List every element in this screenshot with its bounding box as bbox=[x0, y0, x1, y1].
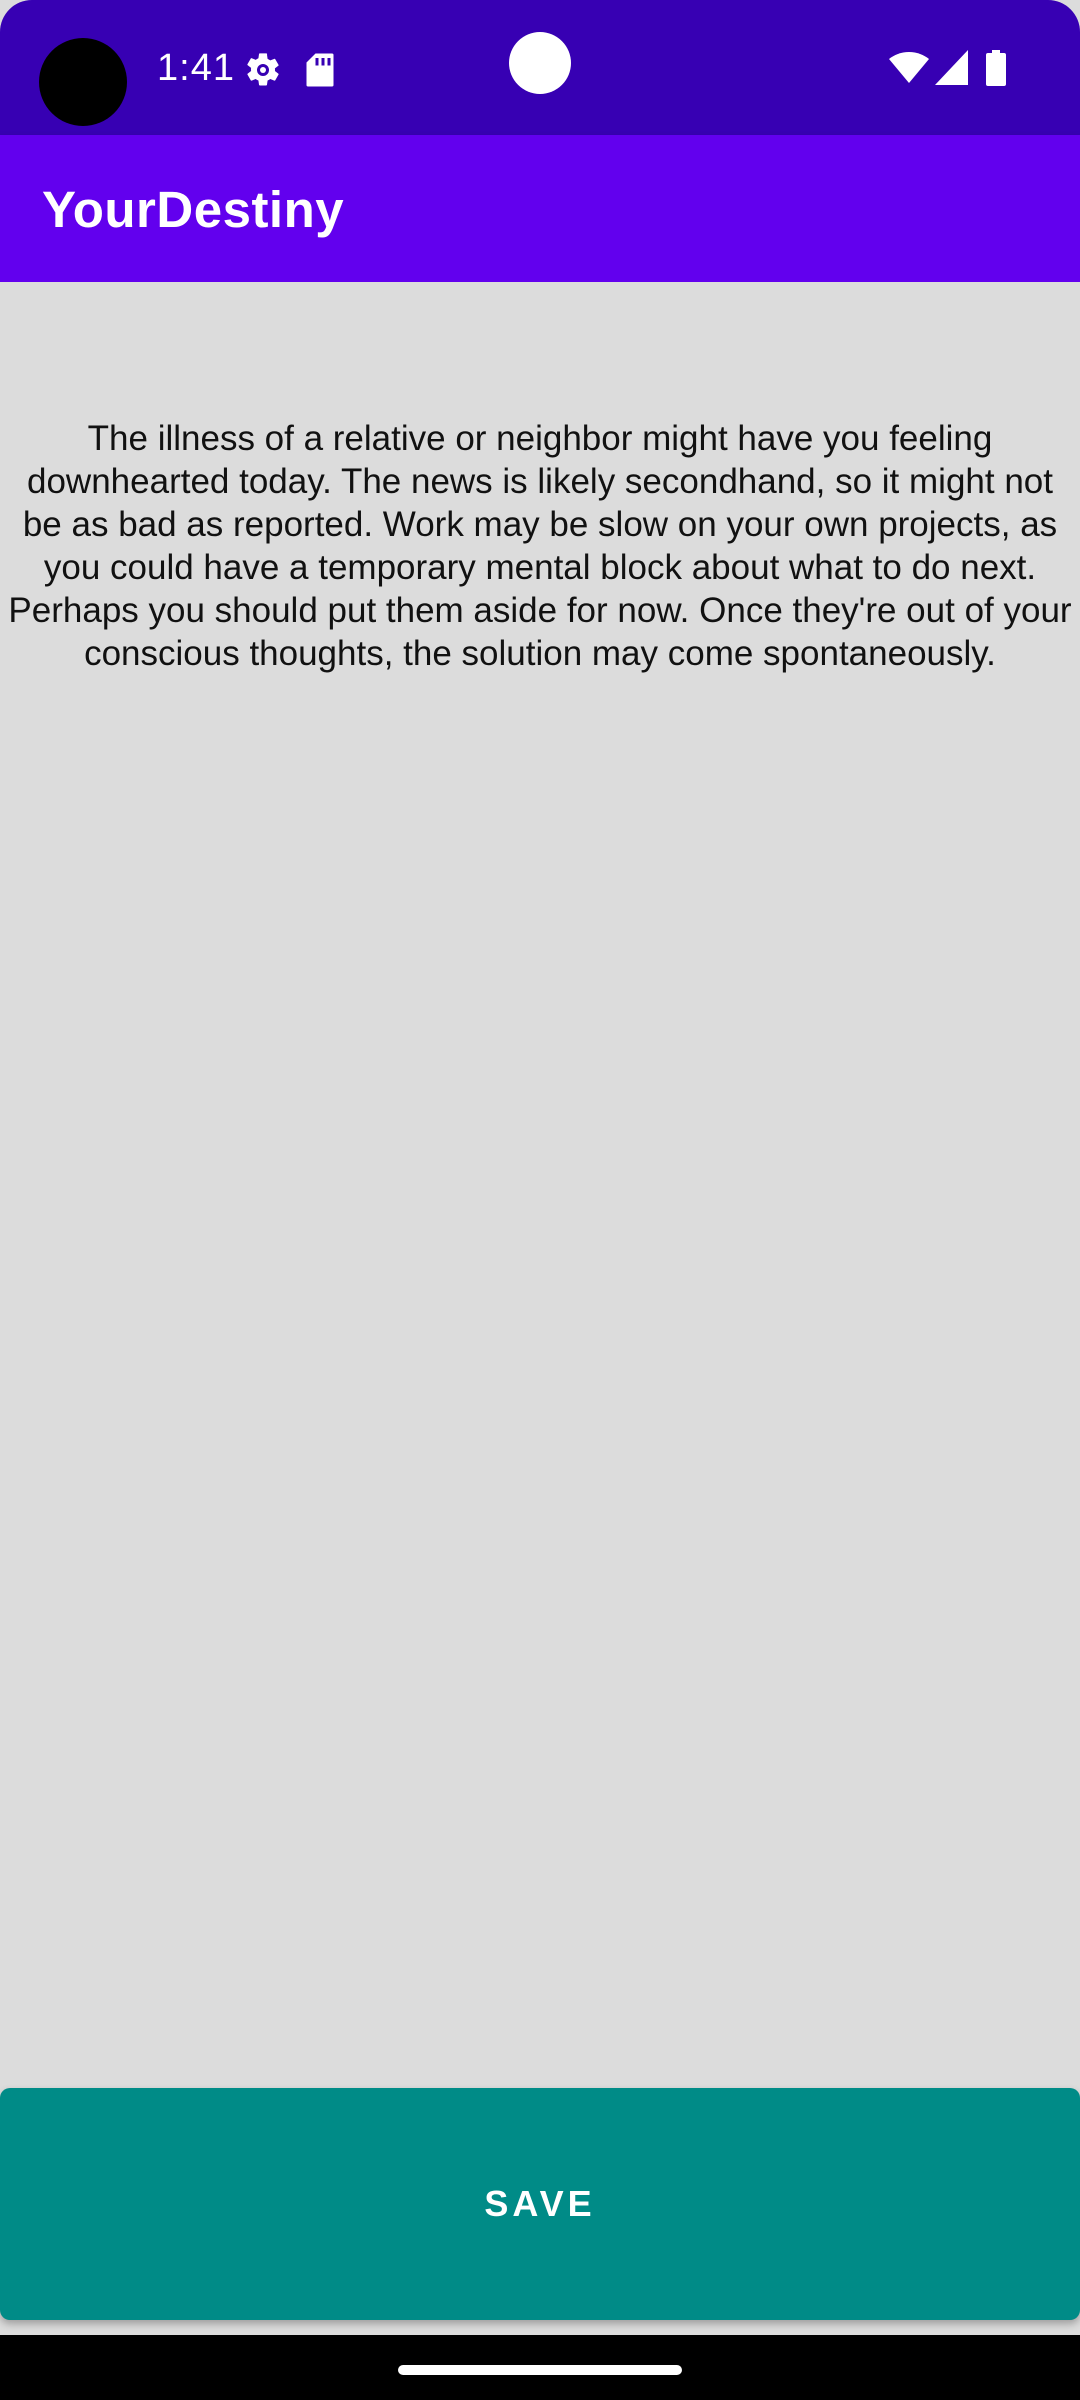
camera-cutout bbox=[39, 38, 127, 126]
cellular-signal-icon bbox=[935, 50, 968, 85]
battery-icon bbox=[986, 50, 1006, 86]
sd-card-icon bbox=[306, 53, 334, 87]
app-bar: YourDestiny bbox=[0, 135, 1080, 282]
status-bar: 1:41 bbox=[0, 0, 1080, 135]
horoscope-text: The illness of a relative or neighbor mi… bbox=[8, 419, 1072, 673]
status-time: 1:41 bbox=[157, 47, 235, 89]
save-button[interactable]: SAVE bbox=[0, 2088, 1080, 2320]
settings-icon bbox=[247, 53, 279, 86]
app-title: YourDestiny bbox=[42, 181, 345, 238]
gesture-handle[interactable] bbox=[398, 2365, 682, 2375]
front-sensor bbox=[509, 32, 571, 94]
navigation-bar bbox=[0, 2335, 1080, 2400]
wifi-icon bbox=[889, 52, 929, 83]
main-content: The illness of a relative or neighbor mi… bbox=[0, 282, 1080, 2088]
app-screen: 1:41 YourDestiny The illness of a relati… bbox=[0, 0, 1080, 2400]
